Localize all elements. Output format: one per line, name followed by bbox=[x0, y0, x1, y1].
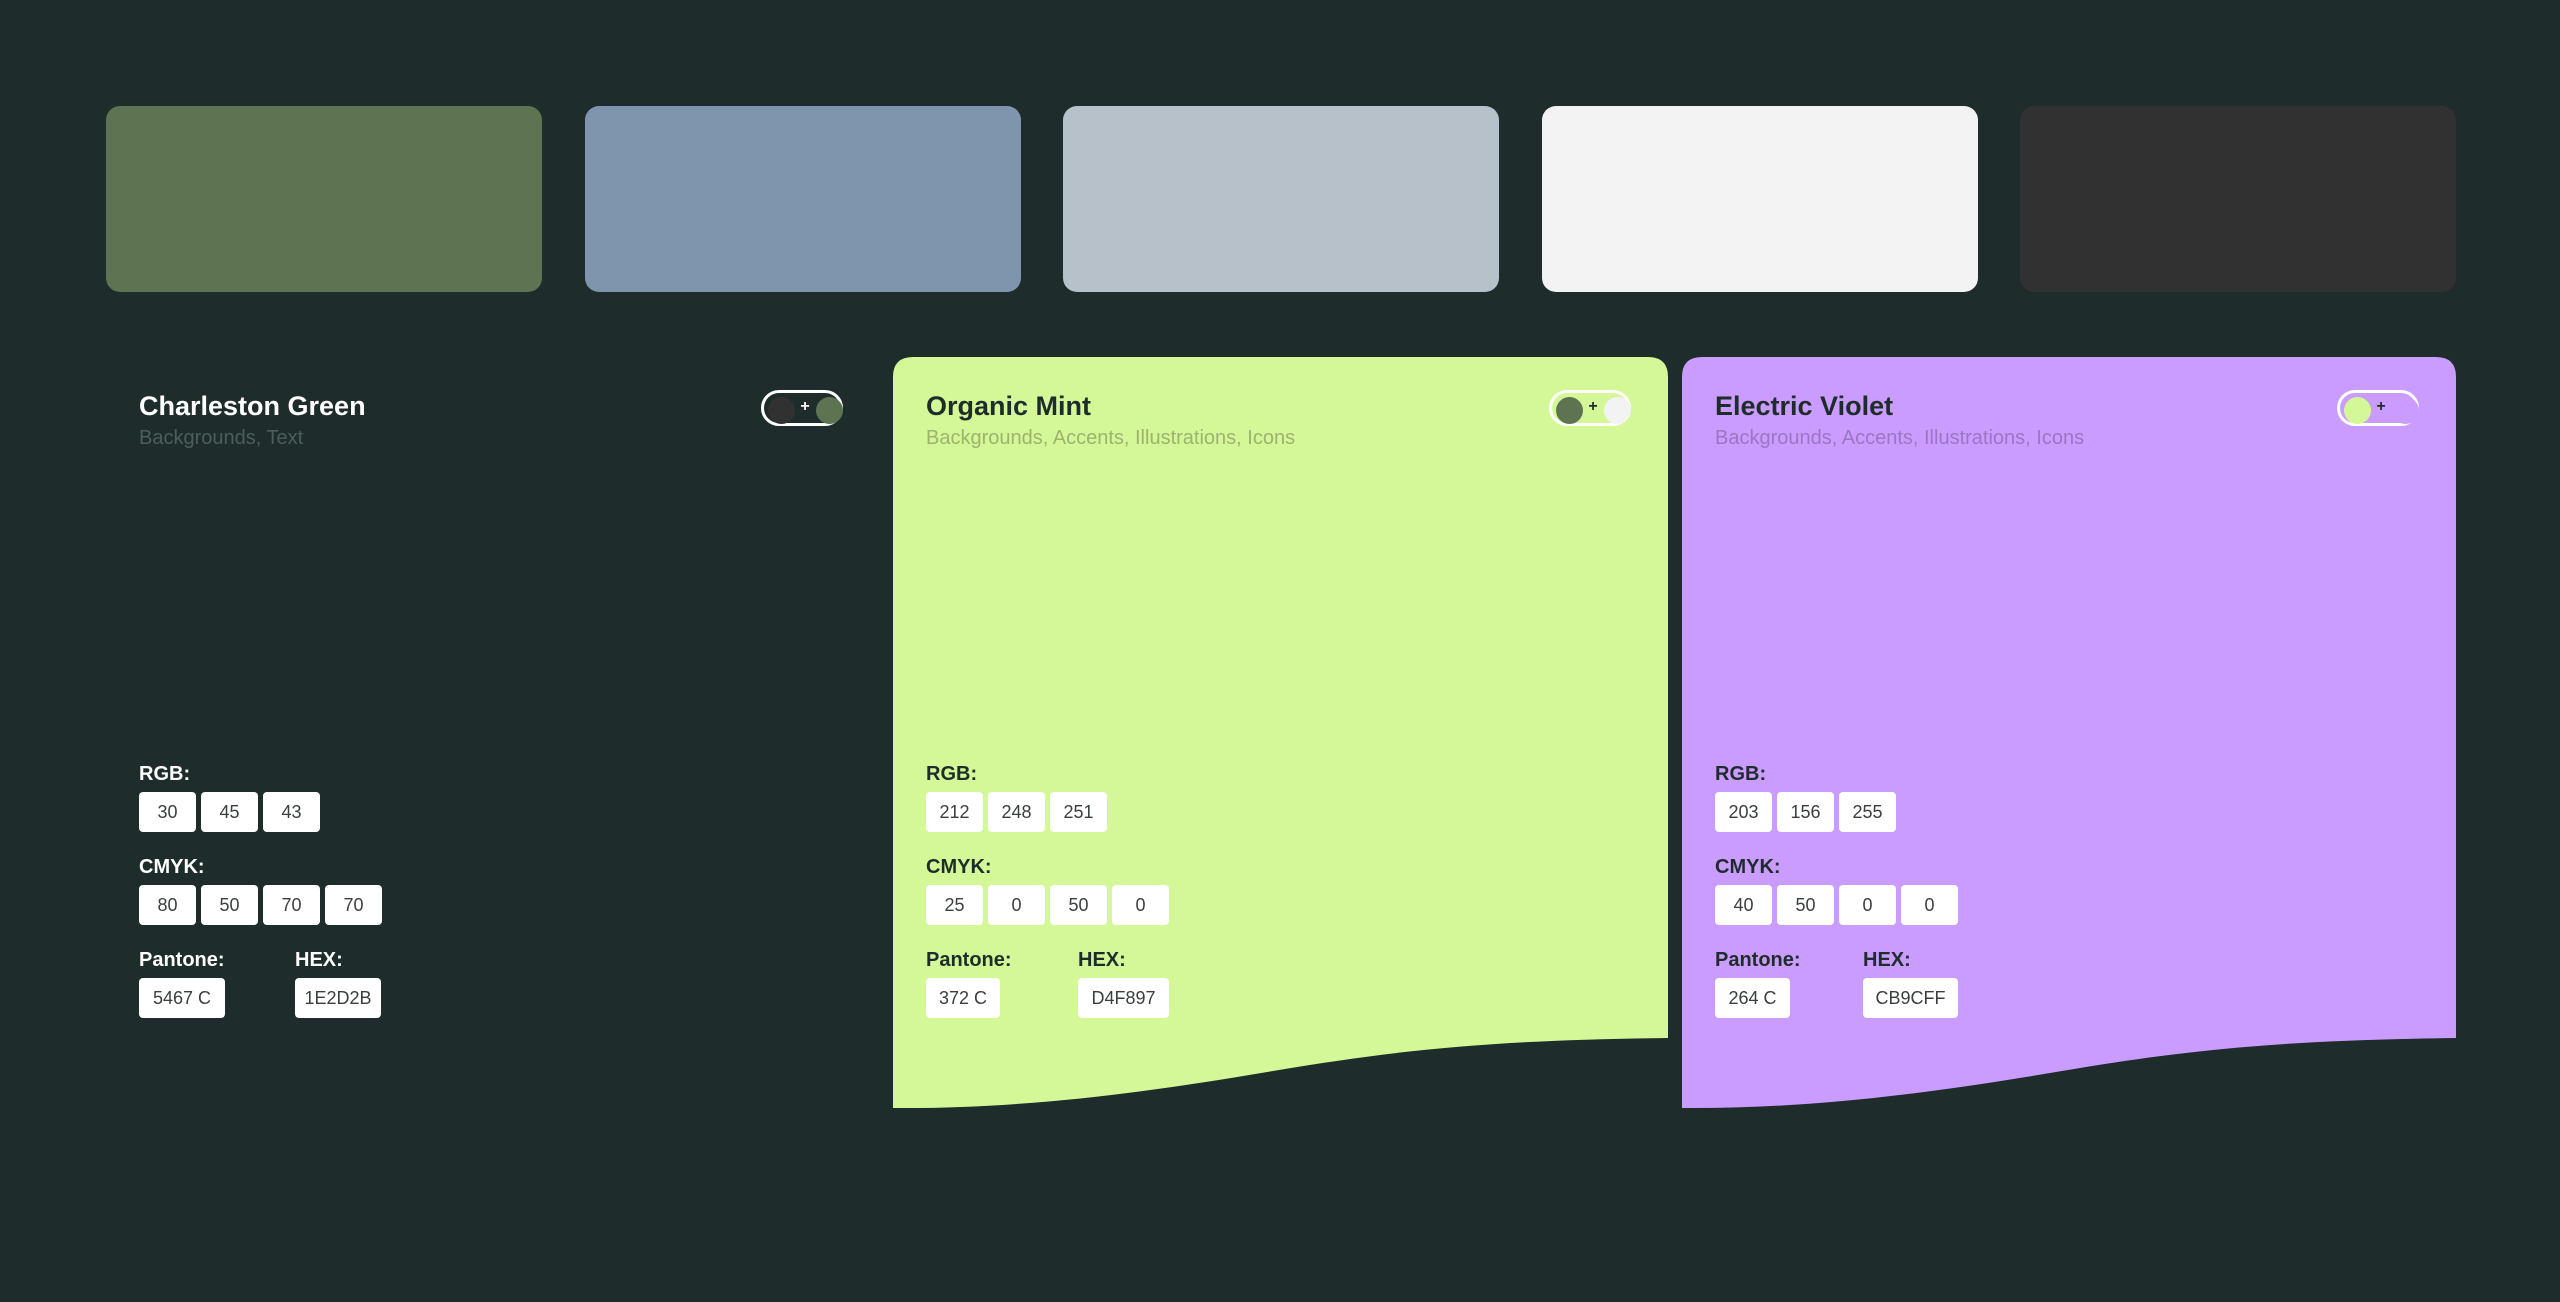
cmyk-m-value: 50 bbox=[1777, 885, 1834, 925]
toggle-dot-right-icon bbox=[1604, 397, 1631, 424]
rgb-label: RGB: bbox=[1715, 763, 1767, 785]
cmyk-y-value: 70 bbox=[263, 885, 320, 925]
toggle-dot-left-icon bbox=[768, 397, 795, 424]
rgb-label: RGB: bbox=[139, 763, 191, 785]
cmyk-c-value: 80 bbox=[139, 885, 196, 925]
rgb-b-value: 43 bbox=[263, 792, 320, 832]
hex-label: HEX: bbox=[295, 949, 343, 971]
cmyk-y-value: 50 bbox=[1050, 885, 1107, 925]
card-background bbox=[893, 357, 1668, 1109]
plus-icon: + bbox=[1588, 398, 1598, 415]
cmyk-c-value: 25 bbox=[926, 885, 983, 925]
cmyk-label: CMYK: bbox=[1715, 856, 1781, 878]
plus-icon: + bbox=[800, 398, 810, 415]
brand-color-palette: Charleston Green Backgrounds, Text + RGB… bbox=[0, 0, 2560, 1302]
color-card-organic-mint: Organic Mint Backgrounds, Accents, Illus… bbox=[893, 357, 1668, 1109]
cmyk-y-value: 0 bbox=[1839, 885, 1896, 925]
card-shape bbox=[893, 357, 1668, 1109]
color-card-charleston-green: Charleston Green Backgrounds, Text + RGB… bbox=[106, 357, 866, 1109]
swatch-moss bbox=[106, 106, 542, 292]
card-background bbox=[1682, 357, 2456, 1109]
contrast-toggle[interactable]: + bbox=[2337, 390, 2419, 426]
card-usage: Backgrounds, Accents, Illustrations, Ico… bbox=[1715, 427, 2085, 449]
pantone-value: 5467 C bbox=[139, 978, 225, 1018]
swatch-cloud-grey bbox=[1063, 106, 1499, 292]
rgb-r-value: 212 bbox=[926, 792, 983, 832]
contrast-toggle[interactable]: + bbox=[761, 390, 843, 426]
rgb-g-value: 45 bbox=[201, 792, 258, 832]
hex-label: HEX: bbox=[1078, 949, 1126, 971]
pantone-value: 372 C bbox=[926, 978, 1000, 1018]
cmyk-k-value: 70 bbox=[325, 885, 382, 925]
swatch-row bbox=[106, 106, 2456, 292]
plus-icon: + bbox=[2376, 398, 2386, 415]
hex-value: D4F897 bbox=[1078, 978, 1169, 1018]
cmyk-c-value: 40 bbox=[1715, 885, 1772, 925]
pantone-label: Pantone: bbox=[1715, 949, 1801, 971]
cmyk-label: CMYK: bbox=[139, 856, 205, 878]
cmyk-label: CMYK: bbox=[926, 856, 992, 878]
hex-value: CB9CFF bbox=[1863, 978, 1958, 1018]
swatch-charcoal bbox=[2020, 106, 2456, 292]
cmyk-k-value: 0 bbox=[1112, 885, 1169, 925]
pantone-label: Pantone: bbox=[926, 949, 1012, 971]
toggle-dot-right-icon bbox=[2392, 397, 2419, 424]
cmyk-m-value: 50 bbox=[201, 885, 258, 925]
cmyk-k-value: 0 bbox=[1901, 885, 1958, 925]
rgb-r-value: 30 bbox=[139, 792, 196, 832]
toggle-dot-left-icon bbox=[1556, 397, 1583, 424]
card-usage: Backgrounds, Text bbox=[139, 427, 304, 449]
rgb-r-value: 203 bbox=[1715, 792, 1772, 832]
cmyk-m-value: 0 bbox=[988, 885, 1045, 925]
rgb-label: RGB: bbox=[926, 763, 978, 785]
pantone-value: 264 C bbox=[1715, 978, 1790, 1018]
card-shape bbox=[1682, 357, 2456, 1109]
hex-label: HEX: bbox=[1863, 949, 1911, 971]
swatch-slate-blue bbox=[585, 106, 1021, 292]
hex-value: 1E2D2B bbox=[295, 978, 381, 1018]
rgb-g-value: 248 bbox=[988, 792, 1045, 832]
toggle-dot-right-icon bbox=[816, 397, 843, 424]
toggle-dot-left-icon bbox=[2344, 397, 2371, 424]
card-title: Charleston Green bbox=[139, 391, 366, 421]
swatch-off-white bbox=[1542, 106, 1978, 292]
rgb-b-value: 255 bbox=[1839, 792, 1896, 832]
pantone-label: Pantone: bbox=[139, 949, 225, 971]
rgb-b-value: 251 bbox=[1050, 792, 1107, 832]
rgb-g-value: 156 bbox=[1777, 792, 1834, 832]
card-title: Organic Mint bbox=[926, 391, 1092, 421]
contrast-toggle[interactable]: + bbox=[1549, 390, 1631, 426]
color-card-electric-violet: Electric Violet Backgrounds, Accents, Il… bbox=[1682, 357, 2456, 1109]
card-title: Electric Violet bbox=[1715, 391, 1894, 421]
card-usage: Backgrounds, Accents, Illustrations, Ico… bbox=[926, 427, 1296, 449]
